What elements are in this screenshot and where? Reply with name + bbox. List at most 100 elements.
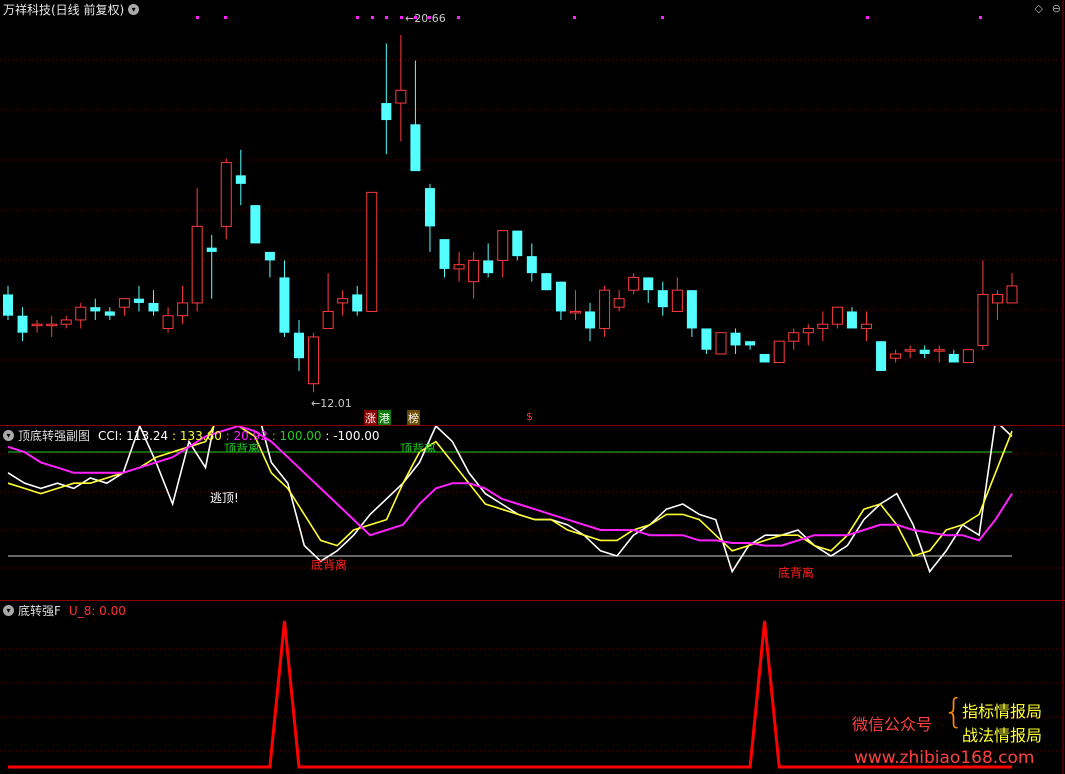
cci-value-5: -100.00 [333, 428, 380, 443]
candle-down [279, 260, 290, 337]
candle-up [1006, 273, 1018, 304]
candle-up [788, 328, 800, 350]
candle-body [745, 341, 756, 346]
diamond-icon[interactable]: ◇ [1035, 2, 1043, 15]
candle-down [686, 290, 697, 337]
candle-body [75, 306, 87, 321]
dropdown-icon[interactable]: ▾ [3, 605, 14, 616]
candle-body [759, 353, 770, 363]
event-marker [979, 16, 982, 19]
candle-up [671, 277, 683, 312]
candle-body [526, 256, 537, 274]
candle-body [788, 332, 800, 342]
candle-body [294, 332, 305, 359]
candle-body [657, 290, 668, 308]
candle-up [628, 273, 640, 295]
candle-down [352, 285, 363, 316]
candle-body [802, 327, 814, 334]
cci-chart[interactable] [0, 426, 1065, 600]
candle-down [250, 205, 261, 244]
candle-body [46, 323, 58, 327]
dropdown-icon[interactable]: ▾ [128, 4, 140, 15]
main-chart-panel[interactable]: 万祥科技(日线 前复权) ▾ ◇ ⊖ ←20.66 ←12.01 涨 港 榜 $ [0, 0, 1065, 426]
candle-body [933, 349, 945, 352]
arrow-left-icon: ← [405, 12, 415, 25]
candle-up [933, 345, 945, 363]
candle-body [512, 230, 523, 257]
event-marker [371, 16, 374, 19]
tag-dollar[interactable]: $ [526, 410, 533, 423]
candle-down [512, 230, 523, 261]
candle-down [643, 277, 654, 303]
candlestick-chart[interactable] [0, 0, 1065, 425]
candle-down [541, 273, 552, 291]
candle-body [599, 289, 611, 329]
tag-zhang[interactable]: 涨 [364, 410, 377, 426]
dropdown-icon[interactable]: ▾ [3, 430, 14, 441]
candle-body [453, 264, 465, 270]
candle-body [730, 332, 741, 346]
candle-down [235, 149, 246, 206]
candle-body [846, 311, 857, 329]
candle-down [919, 345, 930, 359]
candle-body [919, 349, 930, 354]
candle-up [322, 273, 334, 329]
candle-body [220, 162, 232, 227]
candle-down [439, 239, 450, 278]
candle-body [177, 302, 189, 317]
watermark-right-top: 指标情报局 [962, 702, 1043, 721]
signal-title: 底转强F [18, 604, 61, 618]
low-price-value: 12.01 [320, 397, 352, 410]
candle-up [715, 332, 727, 355]
cci-line-white [7, 426, 1013, 574]
candle-body [352, 294, 363, 312]
candle-body [555, 281, 566, 312]
event-marker [224, 16, 227, 19]
candle-up [453, 251, 465, 282]
candle-up [569, 290, 581, 320]
candle-body [133, 298, 144, 303]
candle-down [3, 285, 13, 320]
candle-up [817, 311, 829, 342]
candle-body [264, 251, 275, 261]
bottom-divergence-label: 底背离 [311, 558, 348, 572]
stock-title: 万祥科技(日线 前复权) [3, 3, 125, 17]
cci-line-yellow [7, 426, 1013, 557]
candle-body [991, 293, 1003, 304]
candle-up [162, 307, 174, 333]
candle-body [497, 230, 509, 261]
candle-body [381, 103, 392, 121]
candle-body [860, 323, 872, 329]
tag-gang[interactable]: 港 [378, 410, 391, 426]
candle-up [75, 302, 87, 329]
candle-body [483, 260, 494, 274]
candle-body [90, 307, 101, 312]
candle-down [526, 243, 537, 282]
cci-prefix: CCI: [98, 428, 127, 443]
event-marker [661, 16, 664, 19]
candle-body [3, 294, 13, 316]
candle-body [876, 341, 887, 371]
candle-body [366, 191, 378, 312]
candle-body [17, 315, 28, 333]
cci-value-2: 133.60 [179, 428, 222, 443]
escape-top-label: 逃顶! [210, 491, 239, 505]
candle-up [904, 345, 916, 359]
tag-bang[interactable]: 榜 [407, 410, 420, 426]
candle-down [294, 319, 305, 371]
candle-body [104, 311, 115, 316]
candle-body [977, 293, 989, 346]
candle-up [802, 324, 814, 346]
signal-panel[interactable]: ▾ 底转强F U_8: 0.00 微信公众号 { 指标情报局 战法情报局 www… [0, 601, 1065, 774]
candle-body [439, 239, 450, 269]
collapse-icon[interactable]: ⊖ [1052, 2, 1061, 15]
candle-body [671, 289, 683, 312]
indicator-panel[interactable]: ▾ 顶底转强副图 CCI: 113.24 : 133.60 : 20.92 : … [0, 426, 1065, 600]
candle-down [876, 341, 887, 371]
cci-value-4: 100.00 [279, 428, 322, 443]
candle-up [890, 349, 902, 363]
candle-down [657, 281, 668, 316]
candle-body [817, 323, 829, 329]
candle-down [104, 307, 115, 320]
watermark-url: www.zhibiao168.com [854, 748, 1035, 768]
